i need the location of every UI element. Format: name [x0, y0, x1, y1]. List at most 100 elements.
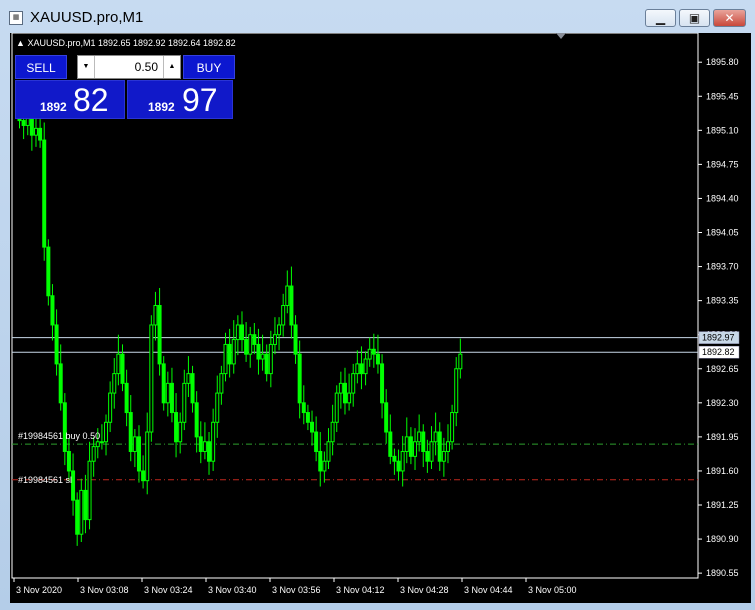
ask-price-label: 1892.97: [702, 333, 735, 343]
candle-body: [87, 460, 92, 521]
y-tick-label: 1894.75: [706, 159, 739, 169]
y-tick-label: 1891.25: [706, 500, 739, 510]
y-tick-label: 1890.90: [706, 534, 739, 544]
candle-body: [186, 373, 191, 384]
candle-body: [326, 441, 331, 462]
candle-body: [454, 368, 459, 414]
one-click-trading-panel: SELL ▼ 0.50 ▲ BUY 1892 82 1892 97: [15, 55, 235, 119]
candle-body: [277, 324, 282, 336]
sell-price-button[interactable]: 1892 82: [15, 80, 125, 119]
candle-body: [293, 324, 298, 355]
buy-button[interactable]: BUY: [183, 55, 235, 79]
candle-body: [301, 402, 306, 414]
candle-body: [21, 120, 26, 126]
candle-body: [157, 305, 162, 365]
candle-body: [342, 382, 347, 404]
candle-body: [400, 450, 405, 472]
candle-body: [190, 373, 195, 404]
candle-body: [305, 412, 310, 423]
lot-size-input[interactable]: ▼ 0.50 ▲: [77, 55, 181, 79]
candle-body: [91, 446, 96, 462]
y-tick-label: 1891.95: [706, 432, 739, 442]
buy-price-pips: 97: [182, 82, 218, 118]
candle-body: [227, 343, 232, 365]
candle-body: [289, 285, 294, 326]
y-tick-label: 1890.55: [706, 568, 739, 578]
buy-price-button[interactable]: 1892 97: [127, 80, 233, 119]
candle-body: [219, 373, 224, 394]
candle-body: [268, 343, 273, 375]
candle-body: [128, 412, 133, 452]
y-tick-label: 1895.80: [706, 57, 739, 67]
candle-body: [314, 431, 319, 452]
candle-body: [124, 382, 129, 414]
candle-body: [145, 431, 150, 482]
candle-body: [458, 353, 463, 370]
candle-body: [66, 450, 71, 472]
candle-body: [194, 402, 199, 438]
y-tick-label: 1893.35: [706, 296, 739, 306]
sell-button[interactable]: SELL: [15, 55, 67, 79]
candle-body: [347, 392, 352, 404]
candle-body: [359, 363, 364, 375]
maximize-button[interactable]: ▣: [679, 9, 710, 27]
candle-body: [116, 353, 121, 375]
candle-body: [231, 339, 236, 365]
candle-body: [141, 470, 146, 482]
candle-body: [182, 382, 187, 423]
candle-body: [153, 305, 158, 326]
candle-body: [417, 431, 422, 443]
order-buy-label[interactable]: #19984561 buy 0.50: [18, 431, 100, 441]
candle-body: [445, 441, 450, 452]
y-tick-label: 1892.65: [706, 364, 739, 374]
candle-body: [169, 382, 174, 414]
candle-body: [260, 353, 265, 360]
candle-body: [211, 421, 216, 462]
candle-body: [322, 460, 327, 472]
x-tick-label: 3 Nov 03:56: [272, 585, 321, 595]
candle-body: [54, 324, 59, 365]
x-tick-label: 3 Nov 03:08: [80, 585, 129, 595]
candle-body: [149, 324, 154, 433]
candle-body: [42, 139, 47, 248]
candle-body: [413, 441, 418, 457]
collapse-triangle-icon[interactable]: ▲: [16, 38, 25, 48]
chart-window-icon: ▦: [9, 11, 23, 25]
candle-body: [178, 421, 183, 443]
y-tick-label: 1894.40: [706, 193, 739, 203]
candle-body: [334, 392, 339, 423]
x-tick-label: 3 Nov 04:44: [464, 585, 513, 595]
close-button[interactable]: ✕: [713, 9, 746, 27]
candle-body: [75, 499, 80, 535]
candle-body: [375, 353, 380, 365]
lot-decrease-icon[interactable]: ▼: [78, 56, 95, 78]
order-sl-label[interactable]: #19984561 sl: [18, 475, 72, 485]
y-tick-label: 1895.10: [706, 125, 739, 135]
terminal-window: ▦ XAUUSD.pro,M1 ▁ ▣ ✕ 1895.80 1895.45 1895…: [0, 0, 755, 610]
candle-body: [235, 324, 240, 341]
candle-body: [62, 402, 67, 452]
candle-body: [367, 348, 372, 360]
sell-price-big: 1892: [40, 100, 67, 114]
candle-body: [396, 460, 401, 472]
chart-shift-marker: [556, 33, 566, 39]
buy-price-big: 1892: [148, 100, 175, 114]
y-tick-label: 1895.45: [706, 91, 739, 101]
candle-body: [437, 431, 442, 462]
lot-value[interactable]: 0.50: [98, 56, 158, 78]
candle-body: [174, 412, 179, 443]
title-bar[interactable]: ▦ XAUUSD.pro,M1 ▁ ▣ ✕: [0, 0, 755, 34]
candle-body: [120, 353, 125, 384]
candle-body: [112, 373, 117, 394]
candle-body: [207, 441, 212, 462]
candle-body: [165, 382, 170, 404]
candle-body: [108, 392, 113, 423]
candle-body: [46, 246, 51, 297]
lot-increase-icon[interactable]: ▲: [163, 56, 180, 78]
candle-body: [384, 402, 389, 433]
candle-body: [421, 431, 426, 452]
candle-body: [404, 436, 409, 452]
minimize-button[interactable]: ▁: [645, 9, 676, 27]
candle-body: [248, 334, 253, 355]
candle-body: [297, 353, 302, 404]
